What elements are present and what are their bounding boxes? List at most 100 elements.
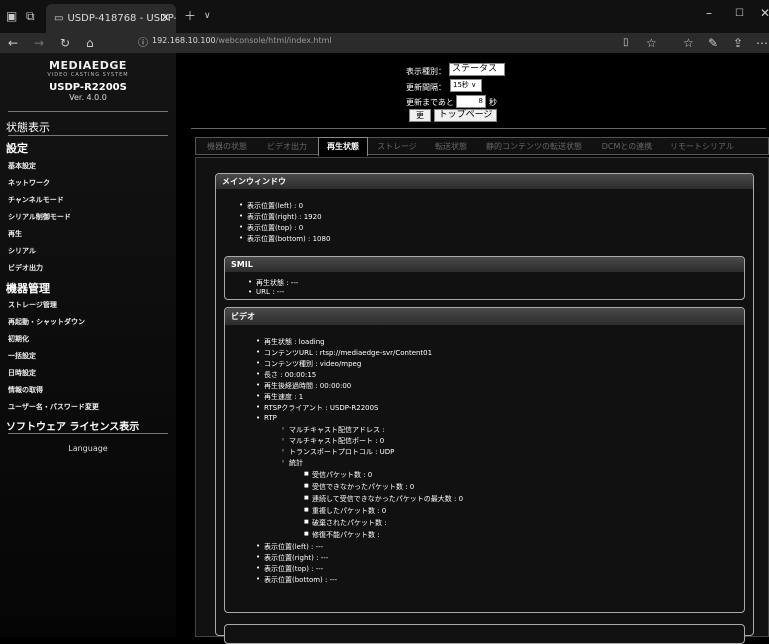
version: Ver. 4.0.0 [69, 93, 107, 102]
url-host: 192.168.10.100 [152, 36, 216, 45]
display-type-label: 表示種別： [406, 67, 446, 76]
list-item: 表示位置(top) : --- [256, 564, 323, 574]
license-link[interactable]: ソフトウェア ライセンス表示 [6, 418, 139, 433]
list-item: 統計 [281, 458, 303, 468]
model-name: USDP-R2200S [49, 82, 127, 93]
sidebar-item-storage[interactable]: ストレージ管理 [8, 300, 57, 310]
sidebar: MEDIAEDGE VIDEO CASTING SYSTEM USDP-R220… [0, 53, 176, 637]
interval-select[interactable]: 15秒 ∨ [450, 79, 482, 92]
logo: MEDIAEDGE VIDEO CASTING SYSTEM USDP-R220… [0, 59, 176, 102]
sidebar-item-password[interactable]: ユーザー名・パスワード変更 [8, 402, 99, 412]
browser-tab-title: USDP-418768 - USDP-F [67, 13, 176, 24]
list-item: 表示位置(right) : --- [256, 553, 328, 563]
divider [191, 128, 766, 129]
main-window-title: メインウィンドウ [216, 174, 753, 189]
sidebar-item-basic[interactable]: 基本設定 [8, 161, 36, 171]
smil-box: SMIL 再生状態 : --- URL : --- [224, 256, 745, 300]
list-item: マルチキャスト配信ポート : 0 [281, 436, 384, 446]
until-label: 更新まであと [406, 98, 454, 107]
close-window-icon[interactable]: ✕ [760, 6, 769, 20]
tab-storage[interactable]: ストレージ [372, 138, 422, 155]
video-title: ビデオ [225, 308, 744, 325]
home-icon[interactable]: ⌂ [86, 35, 94, 51]
video-box: ビデオ 再生状態 : loading コンテンツURL : rtsp://med… [224, 307, 745, 613]
tab-playback-status[interactable]: 再生状態 [318, 137, 368, 156]
tab-remote-serial[interactable]: リモートシリアル [666, 138, 738, 155]
list-item: 長さ : 00:00:15 [256, 370, 316, 380]
favorites-icon[interactable]: ☆ [683, 35, 694, 51]
list-item: トランスポートプロトコル : UDP [281, 447, 394, 457]
favorite-star-icon[interactable]: ☆ [646, 35, 657, 51]
list-item: 表示位置(bottom) : 1080 [239, 234, 330, 244]
forward-icon[interactable]: → [34, 35, 44, 51]
tab-transfer-status[interactable]: 転送状態 [426, 138, 476, 155]
maximize-icon[interactable]: ☐ [735, 8, 744, 19]
smil-title: SMIL [225, 257, 744, 272]
list-item: 受信できなかったパケット数 : 0 [304, 482, 414, 492]
divider [8, 111, 168, 112]
list-item: 再生状態 : loading [256, 337, 325, 347]
new-tab-icon[interactable]: ＋ [184, 8, 196, 24]
list-item: マルチキャスト配信アドレス : [281, 425, 385, 435]
url-path: /webconsole/html/index.html [215, 36, 332, 45]
reading-view-icon[interactable]: ▯ [623, 35, 629, 51]
browser-tab[interactable]: ▭ USDP-418768 - USDP-F ✕ [46, 4, 176, 33]
list-item: RTP [256, 414, 277, 422]
top-page-button[interactable]: トップページ [434, 109, 497, 122]
list-item: 再生状態 : --- [248, 278, 298, 288]
sidebar-item-datetime[interactable]: 日時設定 [8, 368, 36, 378]
more-icon[interactable]: ⋯ [756, 35, 768, 51]
sidebar-item-serial[interactable]: シリアル [8, 246, 36, 256]
tab-list-icon[interactable]: ⧉ [26, 8, 35, 24]
status-link[interactable]: 状態表示 [6, 119, 50, 135]
list-item: 再生後経過時間 : 00:00:00 [256, 381, 351, 391]
sidebar-item-reboot[interactable]: 再起動・シャットダウン [8, 317, 85, 327]
share-icon[interactable]: ⇪ [733, 35, 743, 51]
language-link[interactable]: Language [0, 444, 176, 453]
list-item: 破棄されたパケット数 : [304, 518, 387, 528]
list-item: 表示位置(left) : 0 [239, 201, 303, 211]
browser-chrome: ▣ ⧉ ▭ USDP-418768 - USDP-F ✕ ＋ ∨ – ☐ ✕ ←… [0, 0, 769, 53]
list-item: 修復不能パケット数 : [304, 530, 380, 540]
sidebar-item-init[interactable]: 初期化 [8, 334, 29, 344]
back-icon[interactable]: ← [8, 35, 18, 51]
divider [8, 433, 168, 434]
list-item: 表示位置(left) : --- [256, 542, 323, 552]
divider [8, 135, 168, 136]
status-panel: メインウィンドウ 表示位置(left) : 0 表示位置(right) : 19… [195, 157, 769, 644]
sidebar-item-bulk[interactable]: 一括設定 [8, 351, 36, 361]
next-section-box [224, 624, 745, 644]
device-header: 機器管理 [6, 282, 50, 295]
sidebar-item-channel-mode[interactable]: チャンネルモード [8, 195, 64, 205]
refresh-icon[interactable]: ↻ [60, 35, 70, 51]
sidebar-item-playback[interactable]: 再生 [8, 229, 22, 239]
list-item: RTSPクライアント : USDP-R2200S [256, 403, 378, 413]
list-item: 表示位置(bottom) : --- [256, 575, 337, 585]
sidebar-item-serial-control[interactable]: シリアル制御モード [8, 212, 71, 222]
page-icon: ▭ [54, 13, 64, 24]
close-tab-icon[interactable]: ✕ [161, 11, 170, 24]
settings-header: 設定 [6, 142, 28, 155]
display-type-select[interactable]: ステータス ∨ [449, 63, 505, 85]
sidebar-item-info[interactable]: 情報の取得 [8, 385, 43, 395]
tab-actions-icon[interactable]: ▣ [6, 8, 17, 24]
tab-device-status[interactable]: 機器の状態 [198, 138, 256, 155]
update-button[interactable]: 更新 [409, 109, 431, 131]
list-item: 重複したパケット数 : 0 [304, 506, 386, 516]
pen-icon[interactable]: ✎ [708, 35, 718, 51]
minimize-icon[interactable]: – [706, 6, 712, 20]
url-field[interactable]: 192.168.10.100/webconsole/html/index.htm… [152, 36, 332, 45]
tab-static-content[interactable]: 静的コンテンツの転送状態 [480, 138, 588, 155]
sidebar-item-network[interactable]: ネットワーク [8, 178, 50, 188]
countdown-field[interactable]: 8 [456, 95, 486, 108]
list-item: URL : --- [248, 288, 284, 296]
chevron-down-icon[interactable]: ∨ [204, 8, 211, 24]
tab-video-output[interactable]: ビデオ出力 [258, 138, 316, 155]
list-item: コンテンツURL : rtsp://mediaedge-svr/Content0… [256, 348, 432, 358]
sidebar-item-video-out[interactable]: ビデオ出力 [8, 263, 43, 273]
tab-dcm[interactable]: DCMとの連携 [592, 138, 662, 155]
list-item: コンテンツ種別 : video/mpeg [256, 359, 361, 369]
tab-bar: ▣ ⧉ ▭ USDP-418768 - USDP-F ✕ ＋ ∨ – ☐ ✕ [0, 0, 769, 33]
info-icon[interactable]: ⓘ [138, 36, 148, 52]
list-item: 連続して受信できなかったパケットの最大数 : 0 [304, 494, 463, 504]
